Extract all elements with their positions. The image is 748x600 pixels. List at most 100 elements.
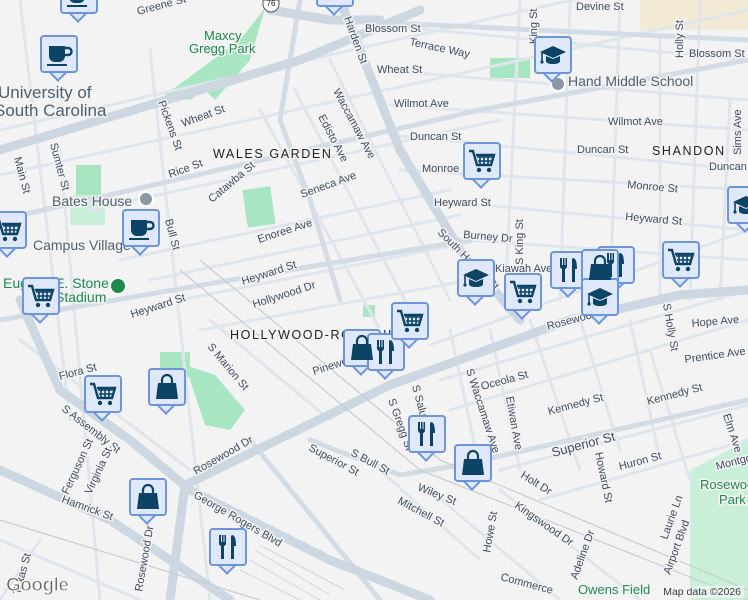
shopping-cart-marker[interactable]: [504, 273, 542, 321]
shopping-bag-marker[interactable]: [129, 478, 167, 526]
school-marker[interactable]: [457, 259, 495, 307]
svg-text:Holt Dr: Holt Dr: [518, 469, 554, 497]
poi-label[interactable]: South Carolina: [0, 100, 109, 122]
marker-box: [84, 375, 122, 413]
coffee-icon: [45, 40, 73, 68]
marker-box: [457, 259, 495, 297]
map-attribution[interactable]: Map data ©2026: [660, 586, 744, 598]
poi-label[interactable]: Campus Village: [32, 236, 133, 255]
marker-box: [60, 0, 98, 14]
coffee-marker[interactable]: [40, 35, 78, 83]
marker-box: [534, 36, 572, 74]
svg-text:Main St: Main St: [11, 156, 32, 195]
shopping-bag-marker[interactable]: [316, 0, 354, 17]
svg-text:Duncan St: Duncan St: [577, 144, 628, 156]
marker-box: [148, 368, 186, 406]
svg-text:Superior St: Superior St: [550, 428, 617, 459]
poi-label[interactable]: Hand Middle School: [567, 72, 695, 91]
park-label[interactable]: Owens Field: [577, 581, 652, 599]
marker-box: [22, 277, 60, 315]
shopping-cart-icon: [0, 216, 22, 244]
svg-text:Hamrick St: Hamrick St: [60, 494, 115, 524]
svg-text:Duncan: Duncan: [709, 161, 747, 173]
school-marker[interactable]: [727, 186, 748, 234]
coffee-marker[interactable]: [60, 0, 98, 24]
svg-text:Wiley St: Wiley St: [416, 482, 458, 508]
marker-box: [316, 0, 354, 7]
poi-label[interactable]: Stadium: [54, 288, 108, 307]
neighborhood-label: SHANDON: [652, 144, 726, 158]
neighborhood-label: WALES GARDEN: [213, 147, 332, 161]
shopping-cart-marker[interactable]: [0, 211, 27, 259]
shopping-cart-marker[interactable]: [22, 277, 60, 325]
svg-text:Prentice Ave: Prentice Ave: [684, 346, 747, 366]
svg-text:Wilmot Ave: Wilmot Ave: [608, 116, 663, 128]
svg-text:Bull St: Bull St: [162, 218, 182, 252]
marker-box: [550, 251, 588, 289]
svg-text:S King St: S King St: [514, 219, 526, 265]
svg-text:Huron St: Huron St: [618, 450, 663, 473]
coffee-icon: [127, 214, 155, 242]
shopping-cart-marker[interactable]: [463, 142, 501, 190]
svg-text:Etiwan Ave: Etiwan Ave: [503, 395, 524, 450]
restaurant-marker[interactable]: [209, 528, 247, 576]
svg-text:Blossom St: Blossom St: [689, 48, 745, 60]
marker-box: [129, 478, 167, 516]
shopping-cart-marker[interactable]: [84, 375, 122, 423]
marker-box: [581, 278, 619, 316]
poi-label[interactable]: University of: [0, 82, 93, 104]
svg-text:Greene St: Greene St: [136, 0, 188, 18]
shopping-cart-icon: [509, 278, 537, 306]
shopping-bag-icon: [459, 449, 487, 477]
coffee-marker[interactable]: [122, 209, 160, 257]
park-label[interactable]: Gregg Park: [188, 40, 258, 58]
shopping-cart-icon: [27, 282, 55, 310]
shopping-cart-icon: [89, 380, 117, 408]
restaurant-icon: [413, 420, 441, 448]
marker-box: [727, 186, 748, 224]
svg-text:Devine St: Devine St: [576, 1, 624, 13]
svg-text:Blossom St: Blossom St: [365, 23, 421, 35]
shopping-bag-marker[interactable]: [454, 444, 492, 492]
route-shield-76: 76: [262, 0, 280, 13]
shopping-bag-marker[interactable]: [148, 368, 186, 416]
restaurant-icon: [372, 338, 400, 366]
shopping-bag-icon: [153, 373, 181, 401]
svg-text:Sumter St: Sumter St: [47, 142, 71, 192]
svg-text:Wilmot Ave: Wilmot Ave: [394, 98, 449, 110]
svg-text:Heyward St: Heyward St: [434, 197, 491, 209]
svg-text:Monroe: Monroe: [422, 163, 459, 175]
restaurant-icon: [214, 533, 242, 561]
svg-text:Monroe St: Monroe St: [627, 179, 679, 195]
school-icon: [462, 264, 490, 292]
restaurant-marker[interactable]: [408, 415, 446, 463]
marker-box: [40, 35, 78, 73]
school-icon: [539, 41, 567, 69]
coffee-icon: [65, 0, 93, 9]
marker-box: [367, 333, 405, 371]
svg-text:Howard St: Howard St: [592, 451, 614, 504]
park-label[interactable]: Park: [718, 491, 748, 509]
park-label[interactable]: Rosewood: [699, 476, 748, 494]
shopping-bag-icon: [586, 254, 614, 282]
svg-text:Kingswood Dr: Kingswood Dr: [512, 500, 575, 549]
school-pin-icon: [138, 191, 154, 207]
shopping-cart-marker[interactable]: [662, 241, 700, 289]
school-marker[interactable]: [534, 36, 572, 84]
shopping-bag-icon: [321, 0, 349, 2]
marker-box: [391, 302, 429, 340]
map-canvas[interactable]: 76 University of South Carolina Bates Ho…: [0, 0, 748, 600]
svg-text:Holly St: Holly St: [674, 20, 686, 58]
marker-box: [122, 209, 160, 247]
school-marker[interactable]: [581, 278, 619, 326]
marker-box: [209, 528, 247, 566]
marker-box: [581, 249, 619, 287]
google-logo[interactable]: Google: [5, 575, 69, 597]
poi-label[interactable]: Bates House: [51, 192, 134, 211]
marker-box: [454, 444, 492, 482]
svg-text:76: 76: [267, 0, 276, 8]
marker-box: [408, 415, 446, 453]
shopping-bag-icon: [134, 483, 162, 511]
shopping-cart-icon: [468, 147, 496, 175]
restaurant-marker[interactable]: [367, 333, 405, 381]
